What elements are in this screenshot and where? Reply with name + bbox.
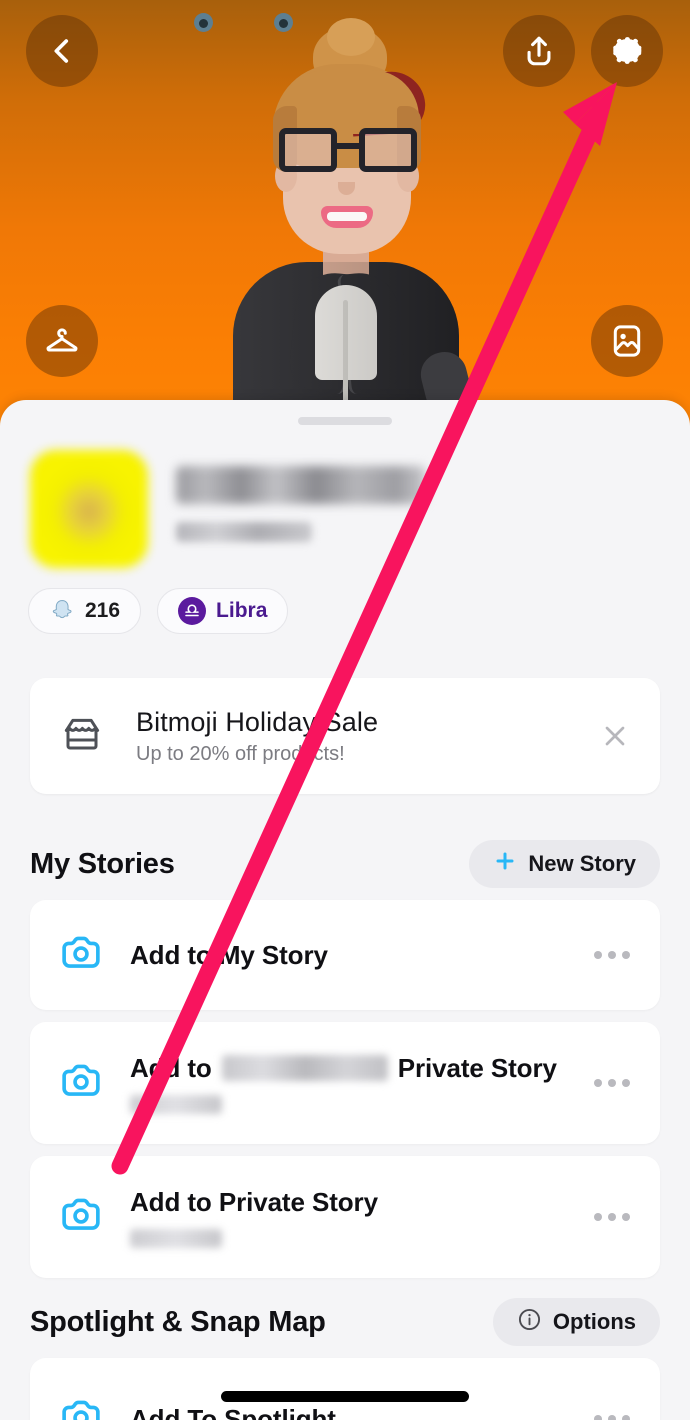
ghost-icon bbox=[49, 598, 75, 624]
story-subtitle-redacted bbox=[130, 1094, 222, 1114]
back-button[interactable] bbox=[26, 15, 98, 87]
memories-button[interactable] bbox=[591, 305, 663, 377]
zodiac-chip[interactable]: Libra bbox=[157, 588, 289, 634]
spotlight-section-header: Spotlight & Snap Map Options bbox=[30, 1298, 660, 1346]
story-label: Add to Private Story bbox=[130, 1187, 594, 1218]
story-name-redacted bbox=[221, 1055, 388, 1081]
profile-bottom-sheet: 216 Libra Bitmoji Holiday Sale Up to 20%… bbox=[0, 400, 690, 1420]
story-subtitle-redacted bbox=[130, 1228, 222, 1248]
story-row-add-to-my-story[interactable]: Add to My Story bbox=[30, 900, 660, 1010]
zodiac-label: Libra bbox=[216, 599, 268, 622]
more-horizontal-icon[interactable] bbox=[594, 1079, 630, 1087]
more-horizontal-icon[interactable] bbox=[594, 1415, 630, 1420]
home-indicator-bar bbox=[221, 1391, 469, 1402]
closet-button[interactable] bbox=[26, 305, 98, 377]
bitmoji-promo-banner[interactable]: Bitmoji Holiday Sale Up to 20% off produ… bbox=[30, 678, 660, 794]
snapscore-value: 216 bbox=[85, 599, 121, 622]
snapscore-chip[interactable]: 216 bbox=[28, 588, 142, 634]
story-row-private-story[interactable]: Add to Private Story bbox=[30, 1156, 660, 1278]
story-label-text: Add To Spotlight bbox=[130, 1403, 336, 1420]
story-row-named-private-story[interactable]: Add to Private Story bbox=[30, 1022, 660, 1144]
display-name-redacted bbox=[176, 466, 426, 504]
promo-title: Bitmoji Holiday Sale bbox=[136, 706, 379, 737]
story-row-add-to-spotlight[interactable]: Add To Spotlight bbox=[30, 1358, 660, 1420]
bitmoji-avatar[interactable] bbox=[175, 0, 515, 422]
story-label: Add to Private Story bbox=[130, 1053, 594, 1084]
camera-icon bbox=[58, 930, 104, 981]
story-label-text: Add to bbox=[130, 1052, 212, 1083]
more-horizontal-icon[interactable] bbox=[594, 951, 630, 959]
share-upload-icon bbox=[522, 34, 556, 68]
my-stories-section-header: My Stories New Story bbox=[30, 840, 660, 888]
camera-icon bbox=[58, 1394, 104, 1420]
story-label: Add to My Story bbox=[130, 940, 594, 971]
promo-text-block: Bitmoji Holiday Sale Up to 20% off produ… bbox=[136, 707, 598, 766]
storefront-icon bbox=[58, 710, 106, 763]
story-label: Add To Spotlight bbox=[130, 1404, 594, 1420]
camera-icon bbox=[58, 1192, 104, 1243]
story-text-block: Add to My Story bbox=[130, 940, 594, 971]
camera-icon bbox=[58, 1058, 104, 1109]
chevron-left-icon bbox=[45, 34, 79, 68]
settings-button[interactable] bbox=[591, 15, 663, 87]
story-label-text: Add to My Story bbox=[130, 939, 328, 970]
snapcode-avatar[interactable] bbox=[30, 450, 148, 568]
section-title-spotlight: Spotlight & Snap Map bbox=[30, 1305, 326, 1338]
story-text-block: Add To Spotlight bbox=[130, 1404, 594, 1420]
share-profile-button[interactable] bbox=[503, 15, 575, 87]
profile-identity-row[interactable] bbox=[30, 450, 426, 568]
profile-name-block bbox=[176, 450, 426, 542]
plus-icon bbox=[493, 849, 517, 879]
new-story-button[interactable]: New Story bbox=[469, 840, 660, 888]
spotlight-options-button[interactable]: Options bbox=[492, 1298, 660, 1346]
libra-icon bbox=[178, 597, 207, 625]
section-title-my-stories: My Stories bbox=[30, 847, 175, 880]
story-text-block: Add to Private Story bbox=[130, 1187, 594, 1248]
gear-icon bbox=[608, 32, 646, 70]
hanger-icon bbox=[44, 323, 80, 359]
profile-chip-row: 216 Libra bbox=[28, 588, 289, 634]
new-story-label: New Story bbox=[528, 851, 636, 876]
picture-icon bbox=[609, 323, 645, 359]
spotlight-options-label: Options bbox=[552, 1309, 636, 1334]
close-icon[interactable] bbox=[598, 719, 632, 753]
story-label-suffix: Private Story bbox=[397, 1052, 557, 1083]
story-label-text: Add to Private Story bbox=[130, 1186, 378, 1217]
promo-subtitle: Up to 20% off products! bbox=[136, 742, 345, 765]
username-redacted bbox=[176, 522, 312, 542]
info-icon bbox=[517, 1307, 542, 1338]
profile-hero-backdrop bbox=[0, 0, 690, 440]
sheet-drag-handle[interactable] bbox=[298, 417, 392, 425]
snapchat-profile-screen: 216 Libra Bitmoji Holiday Sale Up to 20%… bbox=[0, 0, 690, 1420]
more-horizontal-icon[interactable] bbox=[594, 1213, 630, 1221]
story-text-block: Add to Private Story bbox=[130, 1053, 594, 1114]
